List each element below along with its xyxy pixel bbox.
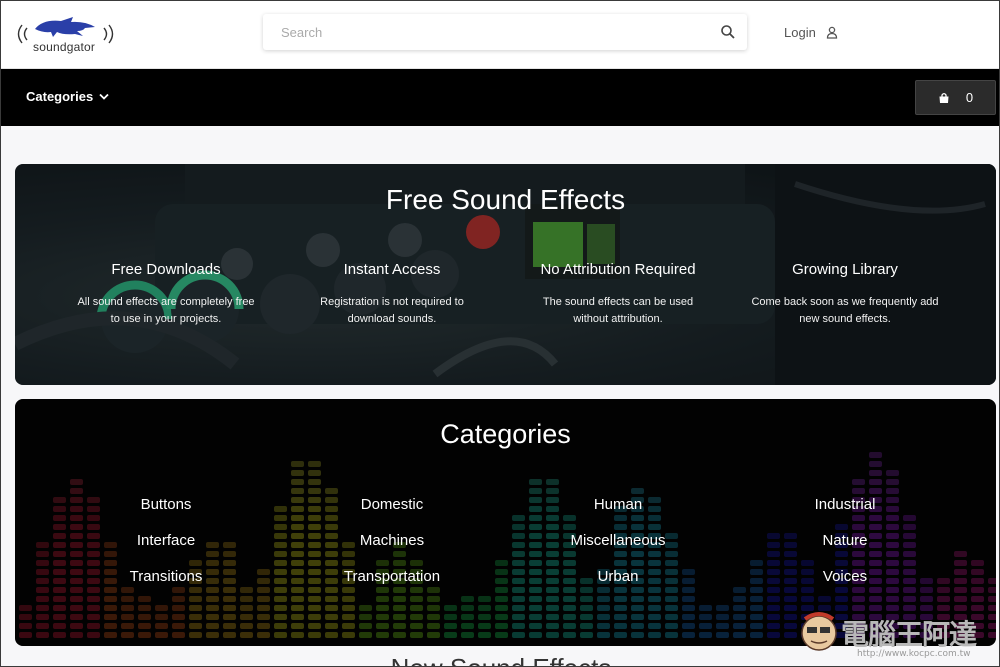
category-link-transportation[interactable]: Transportation <box>279 568 505 585</box>
category-link-buttons[interactable]: Buttons <box>53 496 279 513</box>
shopping-bag-icon <box>939 92 949 103</box>
cart-count: 0 <box>965 90 974 105</box>
category-link-industrial[interactable]: Industrial <box>732 496 958 513</box>
feature-description-line: The sound effects can be used <box>542 296 694 308</box>
category-link-domestic[interactable]: Domestic <box>279 496 505 513</box>
user-icon <box>826 26 837 39</box>
category-link-voices[interactable]: Voices <box>732 568 958 585</box>
feature-description-line: new sound effects. <box>799 313 891 325</box>
category-link-interface[interactable]: Interface <box>53 532 279 549</box>
feature-no-attribution: No Attribution Required The sound effect… <box>505 261 731 328</box>
chevron-down-icon <box>99 93 109 100</box>
search-input[interactable] <box>263 14 703 50</box>
main-navbar: Categories 0 <box>1 69 999 126</box>
categories-dropdown-label: Categories <box>26 89 94 104</box>
feature-title: No Attribution Required <box>540 261 696 278</box>
logo-text: soundgator <box>33 40 96 54</box>
watermark-url: http://www.kocpc.com.tw <box>857 649 971 659</box>
category-link-human[interactable]: Human <box>505 496 731 513</box>
feature-description-line: download sounds. <box>347 313 437 325</box>
feature-instant-access: Instant Access Registration is not requi… <box>279 261 505 328</box>
cart-button[interactable]: 0 <box>915 80 996 115</box>
category-link-nature[interactable]: Nature <box>732 532 958 549</box>
page-frame: soundgator Login Categories <box>0 0 1000 667</box>
feature-title: Instant Access <box>343 261 441 278</box>
hero-title: Free Sound Effects <box>385 184 626 215</box>
feature-description-line: Come back soon as we frequently add <box>751 296 939 308</box>
category-link-miscellaneous[interactable]: Miscellaneous <box>505 532 731 549</box>
feature-title: Growing Library <box>792 261 898 278</box>
feature-free-downloads: Free Downloads All sound effects are com… <box>53 261 279 328</box>
category-link-urban[interactable]: Urban <box>505 568 731 585</box>
watermark-logo: 電腦王阿達 http://www.kocpc.com.tw <box>797 607 997 665</box>
watermark-text: 電腦王阿達 <box>841 618 977 651</box>
feature-description-line: All sound effects are completely free <box>77 296 255 308</box>
feature-growing-library: Growing Library Come back soon as we fre… <box>732 261 958 328</box>
search-icon[interactable] <box>720 24 736 40</box>
categories-dropdown[interactable]: Categories <box>26 89 109 104</box>
feature-description-line: to use in your projects. <box>110 313 222 325</box>
categories-title: Categories <box>440 419 571 449</box>
top-header: soundgator Login <box>1 1 999 69</box>
hero-banner: Free Sound Effects Free Downloads All so… <box>15 164 996 385</box>
category-link-machines[interactable]: Machines <box>279 532 505 549</box>
feature-description-line: Registration is not required to <box>320 296 464 308</box>
site-logo[interactable]: soundgator <box>13 9 118 59</box>
feature-title: Free Downloads <box>111 261 221 278</box>
login-link[interactable]: Login <box>784 25 838 40</box>
search-box <box>263 14 747 50</box>
login-label: Login <box>784 25 816 40</box>
feature-description-line: without attribution. <box>573 313 663 325</box>
category-link-transitions[interactable]: Transitions <box>53 568 279 585</box>
